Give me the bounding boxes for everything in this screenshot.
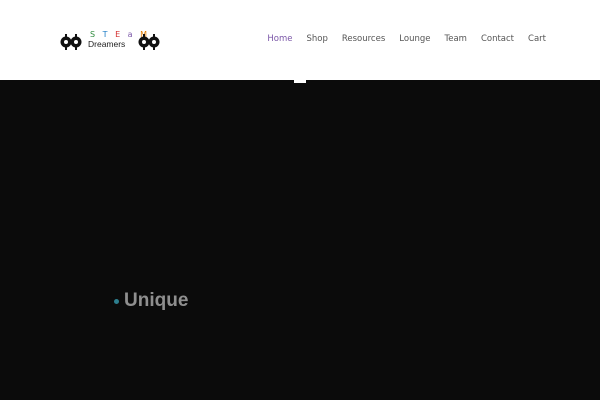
logo-letter: E — [115, 30, 123, 39]
logo-letter: T — [102, 30, 111, 39]
header-active-marker — [294, 79, 306, 83]
bullet-icon — [114, 298, 119, 304]
nav-item-cart[interactable]: Cart — [528, 34, 546, 44]
hero-word: Unique — [114, 290, 188, 312]
gear-icon — [60, 34, 82, 50]
main-nav: Home Shop Resources Lounge Team Contact … — [267, 34, 546, 44]
nav-item-team[interactable]: Team — [444, 34, 466, 44]
nav-item-lounge[interactable]: Lounge — [399, 34, 430, 44]
logo-letter: S — [90, 30, 98, 39]
nav-item-shop[interactable]: Shop — [306, 34, 327, 44]
brand-logo[interactable]: S T E a M Dreamers — [58, 28, 164, 54]
gear-icon — [138, 34, 160, 50]
nav-item-contact[interactable]: Contact — [481, 34, 514, 44]
hero-text: Unique — [124, 290, 189, 311]
nav-item-home[interactable]: Home — [267, 34, 292, 44]
logo-subtitle: Dreamers — [88, 39, 126, 49]
logo-letter: a — [127, 30, 136, 39]
nav-item-resources[interactable]: Resources — [342, 34, 385, 44]
site-header: S T E a M Dreamers Home Shop Resources L… — [0, 0, 600, 80]
